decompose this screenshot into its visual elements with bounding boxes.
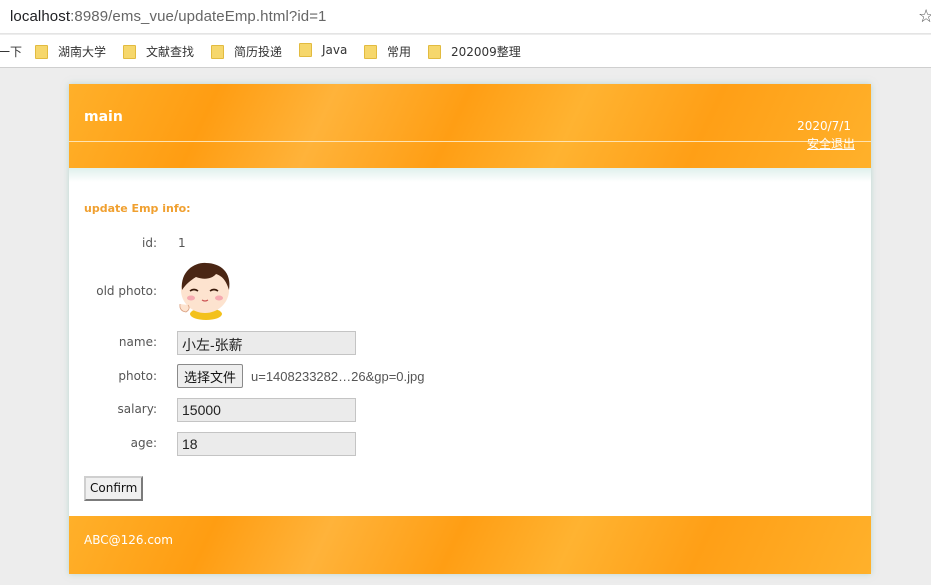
- footer-email: ABC@126.com: [84, 533, 173, 547]
- age-label: age:: [130, 436, 157, 450]
- bookmark-label: 湖南大学: [58, 45, 107, 59]
- address-bar[interactable]: localhost:8989/ems_vue/updateEmp.html?id…: [0, 0, 931, 34]
- folder-icon: [123, 44, 136, 59]
- bookmarks-bar: 一下 湖南大学 文献查找 简历投递 Java 常用 202009整理: [0, 35, 931, 68]
- logout-link[interactable]: 安全退出: [807, 135, 855, 152]
- bookmark-item-java[interactable]: Java: [299, 43, 347, 57]
- bookmark-item-resume[interactable]: 简历投递: [211, 43, 282, 60]
- url-host: localhost: [10, 8, 71, 25]
- salary-label: salary:: [117, 402, 158, 416]
- bookmark-label: 常用: [387, 45, 412, 59]
- site-title: main: [84, 109, 123, 125]
- folder-icon: [35, 44, 48, 59]
- folder-icon: [364, 44, 377, 59]
- bookmark-item-hnu[interactable]: 湖南大学: [35, 43, 106, 60]
- page-footer: ABC@126.com: [69, 516, 871, 574]
- salary-input[interactable]: 15000: [177, 398, 356, 422]
- folder-icon: [299, 43, 312, 57]
- bookmark-item-literature[interactable]: 文献查找: [123, 43, 194, 60]
- page-container: main 2020/7/1 安全退出 update Emp info: id: …: [69, 84, 871, 574]
- name-input[interactable]: 小左-张薪: [177, 331, 356, 355]
- bookmark-item-partial[interactable]: 一下: [0, 43, 22, 60]
- bookmark-label: 文献查找: [146, 45, 195, 59]
- header-date: 2020/7/1: [797, 119, 851, 133]
- choose-file-button[interactable]: 选择文件: [177, 364, 244, 388]
- header-divider: [69, 141, 871, 142]
- header-shadow: [69, 168, 871, 182]
- bookmark-item-common[interactable]: 常用: [364, 43, 411, 60]
- form-title: update Emp info:: [84, 202, 191, 215]
- folder-icon: [428, 44, 441, 59]
- old-photo-avatar: [179, 262, 230, 320]
- age-input[interactable]: 18: [177, 432, 356, 456]
- name-label: name:: [118, 335, 157, 349]
- id-value: 1: [178, 236, 186, 250]
- folder-icon: [211, 44, 224, 59]
- selected-file-name: u=1408233282…26&gp=0.jpg: [251, 369, 425, 384]
- confirm-button[interactable]: Confirm: [84, 476, 144, 501]
- bookmark-star-icon[interactable]: ☆: [918, 6, 931, 27]
- bookmark-label: 202009整理: [451, 45, 521, 59]
- bookmark-label: 简历投递: [234, 45, 283, 59]
- url-text[interactable]: localhost:8989/ems_vue/updateEmp.html?id…: [10, 8, 327, 25]
- bookmark-item-202009[interactable]: 202009整理: [428, 43, 521, 60]
- page-header: main 2020/7/1 安全退出: [69, 84, 871, 168]
- old-photo-label: old photo:: [96, 284, 157, 298]
- url-path: :8989/ems_vue/updateEmp.html?id=1: [70, 8, 327, 25]
- id-label: id:: [142, 236, 157, 250]
- photo-label: photo:: [118, 369, 157, 383]
- bookmark-label: Java: [322, 43, 348, 57]
